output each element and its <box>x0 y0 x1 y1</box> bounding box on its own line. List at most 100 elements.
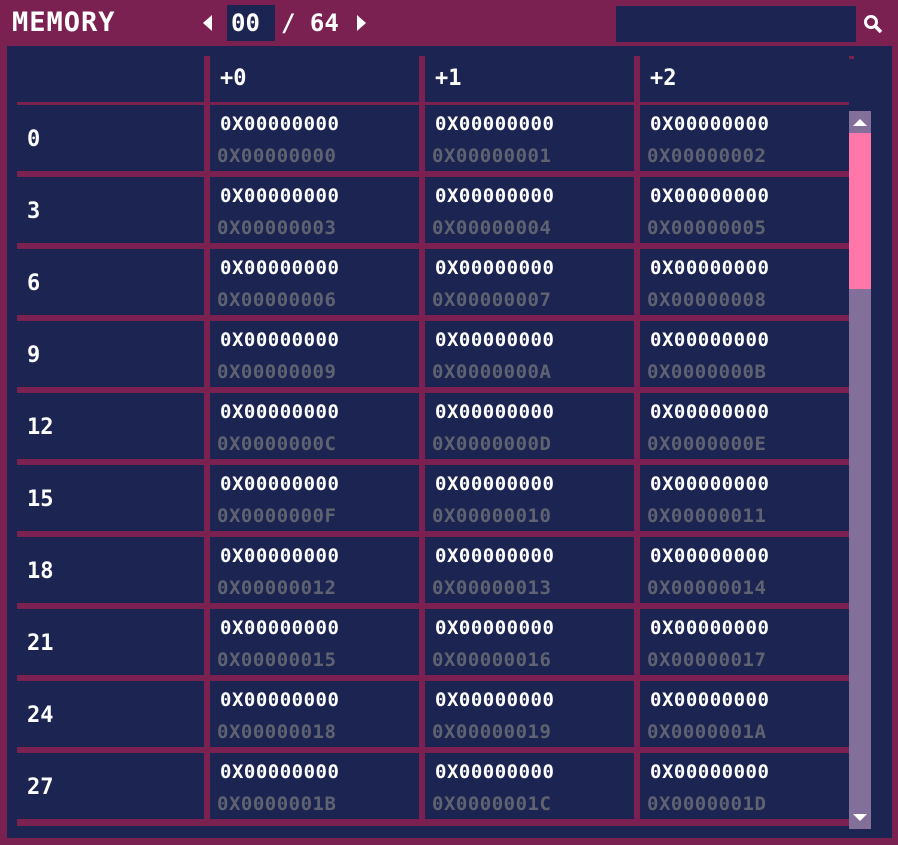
memory-address: 0X00000009 <box>217 361 337 383</box>
row-offset-label: 6 <box>27 271 41 296</box>
memory-cell[interactable]: 0X00000000 0X00000006 <box>210 249 419 315</box>
row-label-cell: 3 <box>17 177 204 243</box>
memory-value[interactable]: 0X00000000 <box>220 401 339 423</box>
memory-value[interactable]: 0X00000000 <box>435 257 554 279</box>
memory-value[interactable]: 0X00000000 <box>435 185 554 207</box>
memory-cell[interactable]: 0X00000000 0X00000016 <box>425 609 634 675</box>
memory-address: 0X00000013 <box>432 577 552 599</box>
memory-cell[interactable]: 0X00000000 0X00000002 <box>640 105 849 171</box>
memory-cell[interactable]: 0X00000000 0X0000001A <box>640 681 849 747</box>
memory-value[interactable]: 0X00000000 <box>650 473 769 495</box>
scroll-down-icon[interactable] <box>849 807 871 829</box>
memory-cell[interactable]: 0X00000000 0X0000000F <box>210 465 419 531</box>
memory-cell[interactable]: 0X00000000 0X00000013 <box>425 537 634 603</box>
memory-address: 0X00000003 <box>217 217 337 239</box>
memory-cell[interactable]: 0X00000000 0X0000000B <box>640 321 849 387</box>
memory-cell[interactable]: 0X00000000 0X00000015 <box>210 609 419 675</box>
memory-address: 0X00000001 <box>432 145 552 167</box>
memory-address: 0X00000019 <box>432 721 552 743</box>
row-label-cell: 9 <box>17 321 204 387</box>
memory-cell[interactable]: 0X00000000 0X00000007 <box>425 249 634 315</box>
memory-value[interactable]: 0X00000000 <box>650 617 769 639</box>
memory-value[interactable]: 0X00000000 <box>435 329 554 351</box>
memory-cell[interactable]: 0X00000000 0X00000017 <box>640 609 849 675</box>
memory-cell[interactable]: 0X00000000 0X00000019 <box>425 681 634 747</box>
row-label-cell: 27 <box>17 753 204 819</box>
row-label-cell: 6 <box>17 249 204 315</box>
memory-cell[interactable]: 0X00000000 0X0000001C <box>425 753 634 819</box>
search-input[interactable] <box>616 6 856 42</box>
column-header: +2 <box>640 56 849 102</box>
scroll-up-icon[interactable] <box>849 111 871 133</box>
memory-cell[interactable]: 0X00000000 0X00000005 <box>640 177 849 243</box>
row-offset-label: 0 <box>27 127 41 152</box>
memory-value[interactable]: 0X00000000 <box>220 257 339 279</box>
memory-value[interactable]: 0X00000000 <box>650 545 769 567</box>
search-icon[interactable] <box>863 14 883 34</box>
memory-cell[interactable]: 0X00000000 0X00000008 <box>640 249 849 315</box>
memory-value[interactable]: 0X00000000 <box>435 545 554 567</box>
memory-value[interactable]: 0X00000000 <box>220 473 339 495</box>
row-label-cell: 15 <box>17 465 204 531</box>
memory-cell[interactable]: 0X00000000 0X00000014 <box>640 537 849 603</box>
memory-cell[interactable]: 0X00000000 0X0000000A <box>425 321 634 387</box>
memory-address: 0X0000001B <box>217 793 337 815</box>
memory-cell[interactable]: 0X00000000 0X00000001 <box>425 105 634 171</box>
memory-value[interactable]: 0X00000000 <box>650 257 769 279</box>
memory-value[interactable]: 0X00000000 <box>435 473 554 495</box>
row-offset-label: 24 <box>27 703 54 728</box>
memory-cell[interactable]: 0X00000000 0X0000000E <box>640 393 849 459</box>
memory-value[interactable]: 0X00000000 <box>435 689 554 711</box>
memory-value[interactable]: 0X00000000 <box>435 617 554 639</box>
memory-cell[interactable]: 0X00000000 0X0000000D <box>425 393 634 459</box>
memory-value[interactable]: 0X00000000 <box>650 689 769 711</box>
memory-cell[interactable]: 0X00000000 0X00000000 <box>210 105 419 171</box>
memory-cell[interactable]: 0X00000000 0X0000000C <box>210 393 419 459</box>
vertical-scrollbar[interactable] <box>849 59 871 829</box>
memory-cell[interactable]: 0X00000000 0X00000012 <box>210 537 419 603</box>
memory-value[interactable]: 0X00000000 <box>650 761 769 783</box>
memory-value[interactable]: 0X00000000 <box>435 761 554 783</box>
row-offset-label: 21 <box>27 631 54 656</box>
memory-cell[interactable]: 0X00000000 0X00000004 <box>425 177 634 243</box>
memory-value[interactable]: 0X00000000 <box>220 329 339 351</box>
memory-cell[interactable]: 0X00000000 0X00000003 <box>210 177 419 243</box>
memory-cell[interactable]: 0X00000000 0X00000010 <box>425 465 634 531</box>
memory-address: 0X0000000A <box>432 361 552 383</box>
memory-value[interactable]: 0X00000000 <box>650 401 769 423</box>
row-offset-label: 15 <box>27 487 54 512</box>
page-total: 64 <box>309 9 339 37</box>
memory-address: 0X00000002 <box>647 145 767 167</box>
memory-table: +0 +1 +2 0 0X00000000 0X00000000 0X00000000 0X0… <box>17 56 854 826</box>
previous-page-icon[interactable] <box>203 15 212 31</box>
memory-value[interactable]: 0X00000000 <box>650 329 769 351</box>
memory-address: 0X00000006 <box>217 289 337 311</box>
memory-value[interactable]: 0X00000000 <box>220 617 339 639</box>
memory-value[interactable]: 0X00000000 <box>435 401 554 423</box>
memory-address: 0X00000017 <box>647 649 767 671</box>
next-page-icon[interactable] <box>356 15 366 31</box>
column-header-label: +1 <box>435 66 462 91</box>
page-number-input[interactable] <box>227 5 275 41</box>
memory-value[interactable]: 0X00000000 <box>220 545 339 567</box>
memory-value[interactable]: 0X00000000 <box>220 185 339 207</box>
memory-address: 0X00000008 <box>647 289 767 311</box>
row-offset-label: 12 <box>27 415 54 440</box>
memory-value[interactable]: 0X00000000 <box>650 113 769 135</box>
memory-value[interactable]: 0X00000000 <box>220 761 339 783</box>
memory-cell[interactable]: 0X00000000 0X0000001D <box>640 753 849 819</box>
memory-cell[interactable]: 0X00000000 0X00000009 <box>210 321 419 387</box>
memory-table-frame: +0 +1 +2 0 0X00000000 0X00000000 0X00000000 0X0… <box>7 46 892 838</box>
memory-value[interactable]: 0X00000000 <box>650 185 769 207</box>
scrollbar-thumb[interactable] <box>849 133 871 289</box>
row-offset-label: 9 <box>27 343 41 368</box>
header-corner-cell <box>17 56 204 102</box>
memory-address: 0X00000012 <box>217 577 337 599</box>
row-label-cell: 0 <box>17 105 204 171</box>
memory-cell[interactable]: 0X00000000 0X00000018 <box>210 681 419 747</box>
memory-cell[interactable]: 0X00000000 0X0000001B <box>210 753 419 819</box>
memory-cell[interactable]: 0X00000000 0X00000011 <box>640 465 849 531</box>
memory-value[interactable]: 0X00000000 <box>220 113 339 135</box>
memory-value[interactable]: 0X00000000 <box>220 689 339 711</box>
memory-value[interactable]: 0X00000000 <box>435 113 554 135</box>
